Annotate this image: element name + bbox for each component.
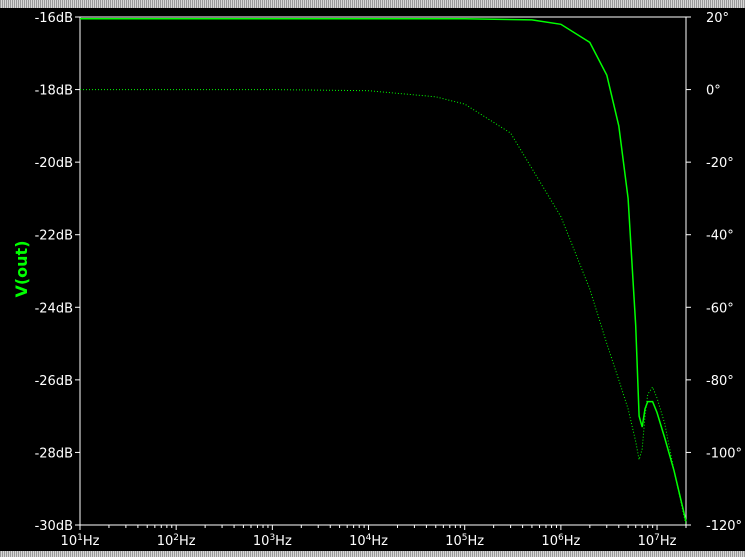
left-axis-tick-label: -30dB xyxy=(35,519,73,534)
plot-frame xyxy=(79,16,687,526)
right-axis-tick-label: -100° xyxy=(706,446,742,461)
bottom-axis-tick-label: 107Hz xyxy=(638,533,677,549)
left-axis-tick-label: -22dB xyxy=(35,229,73,244)
bottom-axis-tick-label: 102Hz xyxy=(157,533,196,549)
bottom-axis-tick-label: 104Hz xyxy=(349,533,388,549)
left-axis-tick-label: -18dB xyxy=(35,84,73,99)
bottom-axis-tick-label: 105Hz xyxy=(445,533,484,549)
left-axis-tick-label: -16dB xyxy=(35,11,73,26)
right-axis-tick-label: 0° xyxy=(706,84,721,99)
right-axis-tick-label: -40° xyxy=(706,229,734,244)
right-axis-tick-label: -80° xyxy=(706,374,734,389)
left-axis-tick-label: -24dB xyxy=(35,301,73,316)
bottom-axis-tick-label: 101Hz xyxy=(61,533,100,549)
waveform-window: -16dB -18dB -20dB -22dB -24dB -26dB -28dB -30dB… xyxy=(0,0,745,557)
bottom-axis-tick-label: 106Hz xyxy=(541,533,580,549)
right-axis-tick-label: -120° xyxy=(706,519,742,534)
right-axis-labels: 20° 0° -20° -40° -60° -80° -100° -120° xyxy=(706,11,742,534)
left-axis-tick-label: -20dB xyxy=(35,156,73,171)
traces xyxy=(80,18,687,526)
bottom-axis-labels: 101Hz 102Hz 103Hz 104Hz 105Hz 106Hz 107Hz xyxy=(61,533,677,549)
left-axis-labels: -16dB -18dB -20dB -22dB -24dB -26dB -28dB -30dB xyxy=(35,11,73,534)
magnitude-trace xyxy=(80,18,687,522)
window-bottom-border xyxy=(0,551,745,557)
bottom-axis-tick-label: 103Hz xyxy=(253,533,292,549)
right-axis-tick-label: 20° xyxy=(706,11,729,26)
right-axis-tick-label: -60° xyxy=(706,301,734,316)
bode-plot[interactable]: -16dB -18dB -20dB -22dB -24dB -26dB -28dB -30dB… xyxy=(0,0,745,557)
trace-label-vout[interactable]: V(out) xyxy=(11,239,33,299)
right-axis-tick-label: -20° xyxy=(706,156,734,171)
left-axis-tick-label: -26dB xyxy=(35,374,73,389)
left-axis-tick-label: -28dB xyxy=(35,446,73,461)
phase-trace xyxy=(80,89,687,526)
axis-ticks xyxy=(75,16,691,530)
